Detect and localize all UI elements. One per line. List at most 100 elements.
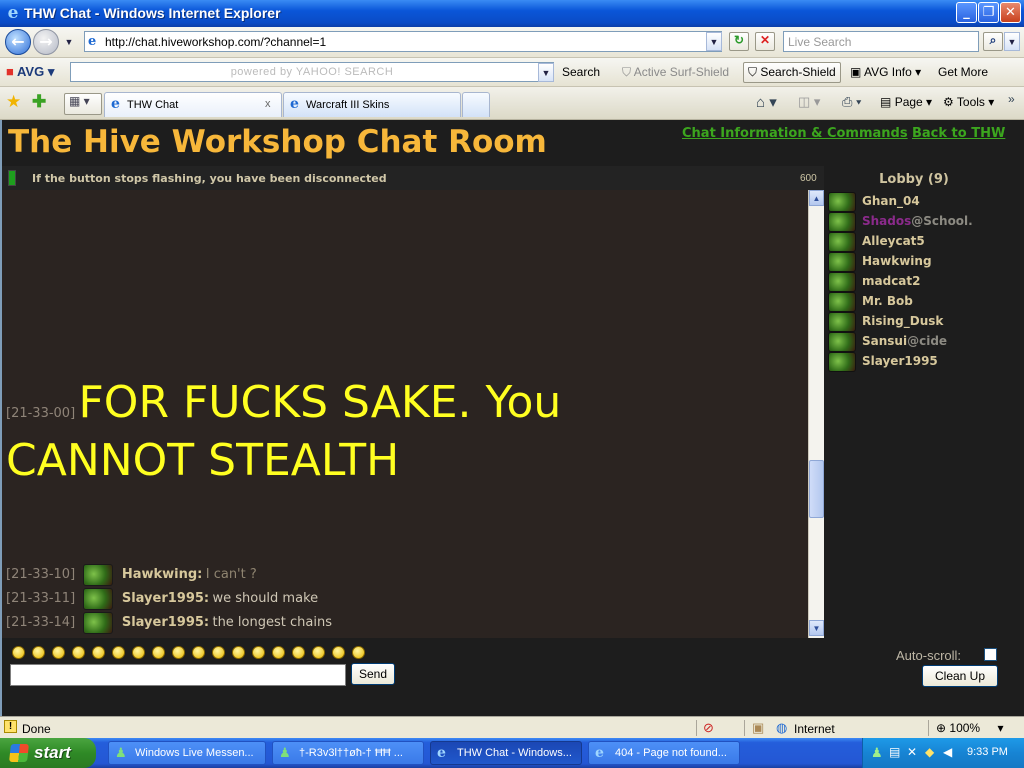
get-more-button[interactable]: Get More	[938, 65, 988, 79]
smiley-icon[interactable]	[352, 646, 365, 659]
smiley-icon[interactable]	[172, 646, 185, 659]
smiley-icon[interactable]	[232, 646, 245, 659]
scroll-thumb[interactable]	[809, 460, 824, 518]
lobby-user[interactable]: Alleycat5	[828, 232, 1004, 252]
smiley-icon[interactable]	[52, 646, 65, 659]
lobby-user[interactable]: Shados@School.	[828, 212, 1004, 232]
lobby-user-name: Alleycat5	[862, 234, 925, 248]
message-scrollbar[interactable]: ▲ ▼	[808, 190, 824, 638]
zoom-control[interactable]: ⊕ 100% ▾	[936, 721, 1003, 735]
tools-menu[interactable]: ⚙ Tools ▾	[943, 95, 994, 109]
live-search-input[interactable]: Live Search	[783, 31, 979, 52]
lobby-title: Lobby (9)	[879, 172, 949, 187]
favorites-star-icon[interactable]: ★	[6, 92, 21, 112]
avatar	[828, 312, 856, 332]
avg-search-button[interactable]: Search	[562, 65, 600, 79]
avg-info-button[interactable]: ▣ AVG Info ▾	[850, 65, 921, 79]
message-user[interactable]: Hawkwing:	[122, 567, 203, 582]
windows-flag-icon	[9, 744, 29, 762]
task-404-page[interactable]: e 404 - Page not found...	[588, 741, 740, 765]
tab-thw-chat[interactable]: e THW Chat x	[104, 92, 282, 117]
smiley-icon[interactable]	[192, 646, 205, 659]
globe-icon: ◍	[776, 720, 788, 735]
minimize-button[interactable]: _	[956, 2, 977, 23]
lobby-user[interactable]: Hawkwing	[828, 252, 1004, 272]
lobby-user[interactable]: madcat2	[828, 272, 1004, 292]
print-icon[interactable]: ⎙ ▾	[842, 94, 861, 110]
smiley-icon[interactable]	[252, 646, 265, 659]
send-button[interactable]: Send	[351, 663, 395, 685]
lobby-user[interactable]: Sansui@cide	[828, 332, 1004, 352]
messenger-tray-icon[interactable]: ♟	[871, 745, 883, 761]
task-conversation[interactable]: ♟ †-R3v3l††øħ-† ĦĦ ...	[272, 741, 424, 765]
lobby-user[interactable]: Slayer1995	[828, 352, 1004, 372]
system-tray: ♟ ▤ ✕ ◆ ◀ 9:33 PM	[862, 738, 1024, 768]
autoscroll-checkbox[interactable]	[984, 648, 997, 661]
message-text: the longest chains	[212, 615, 332, 631]
avg-info-icon: ▣	[850, 65, 862, 79]
scroll-down-icon[interactable]: ▼	[809, 620, 824, 636]
search-options-dropdown-icon[interactable]: ▼	[1004, 32, 1020, 51]
smiley-icon[interactable]	[152, 646, 165, 659]
lobby-user[interactable]: Ghan_04	[828, 192, 1004, 212]
smiley-icon[interactable]	[292, 646, 305, 659]
smiley-icon[interactable]	[212, 646, 225, 659]
forward-button[interactable]: →	[33, 29, 59, 55]
message-user[interactable]: Slayer1995:	[122, 591, 209, 606]
warning-icon[interactable]: !	[4, 720, 17, 733]
message-input[interactable]	[10, 664, 346, 686]
protected-mode-icon[interactable]: ▣	[752, 720, 764, 736]
avg-search-input[interactable]: powered by YAHOO! SEARCH	[70, 62, 554, 82]
scroll-up-icon[interactable]: ▲	[809, 190, 824, 206]
task-thw-chat[interactable]: e THW Chat - Windows...	[430, 741, 582, 765]
avg-tray-icon[interactable]: ◆	[925, 745, 934, 759]
tab-warcraft-skins[interactable]: e Warcraft III Skins	[283, 92, 461, 117]
smiley-icon[interactable]	[32, 646, 45, 659]
chevron-more-icon[interactable]: »	[1008, 92, 1015, 106]
lobby-panel: Lobby (9) Ghan_04 Shados@School. Alleycat5…	[824, 166, 1004, 638]
search-shield-button[interactable]: ⛉ Search-Shield	[743, 62, 841, 83]
refresh-icon[interactable]: ↻	[729, 32, 749, 51]
connection-status-text: If the button stops flashing, you have b…	[32, 172, 387, 185]
page-menu[interactable]: ▤ Page ▾	[880, 95, 932, 109]
address-field[interactable]: e http://chat.hiveworkshop.com/?channel=…	[84, 31, 722, 52]
feeds-icon[interactable]: ◫ ▾	[798, 94, 820, 110]
smiley-icon[interactable]	[92, 646, 105, 659]
history-dropdown-icon[interactable]: ▼	[61, 33, 77, 52]
start-button[interactable]: start	[0, 738, 96, 768]
network-icon[interactable]: ▤	[889, 745, 900, 759]
smiley-icon[interactable]	[72, 646, 85, 659]
speaker-icon[interactable]: ◀	[943, 745, 952, 759]
stop-icon[interactable]: ✕	[755, 32, 775, 51]
smiley-icon[interactable]	[312, 646, 325, 659]
task-windows-live-messenger[interactable]: ♟ Windows Live Messen...	[108, 741, 266, 765]
smiley-icon[interactable]	[272, 646, 285, 659]
add-favorites-icon[interactable]: ✚	[32, 92, 46, 112]
smiley-icon[interactable]	[132, 646, 145, 659]
avg-search-dropdown-icon[interactable]: ▼	[538, 63, 554, 82]
lobby-user-name: madcat2	[862, 274, 921, 288]
back-to-thw-link[interactable]: Back to THW	[912, 126, 1005, 141]
quick-tabs-icon[interactable]: ▦ ▾	[64, 93, 102, 115]
message-user[interactable]: Slayer1995:	[122, 615, 209, 630]
maximize-button[interactable]: ❐	[978, 2, 999, 23]
clean-up-button[interactable]: Clean Up	[922, 665, 998, 687]
smiley-icon[interactable]	[112, 646, 125, 659]
xfire-icon[interactable]: ✕	[907, 745, 917, 759]
active-surf-shield-button[interactable]: ⛉ Active Surf-Shield	[622, 65, 729, 80]
tab-close-icon[interactable]: x	[265, 98, 271, 110]
home-icon[interactable]: ⌂ ▾	[756, 93, 777, 111]
back-button[interactable]: ←	[5, 29, 31, 55]
lobby-user[interactable]: Rising_Dusk	[828, 312, 1004, 332]
search-icon[interactable]: ⌕	[983, 32, 1003, 51]
close-button[interactable]: ✕	[1000, 2, 1021, 23]
smiley-icon[interactable]	[12, 646, 25, 659]
smiley-icon[interactable]	[332, 646, 345, 659]
address-dropdown-icon[interactable]: ▼	[706, 32, 722, 51]
popup-blocked-icon[interactable]: ⊘	[703, 720, 714, 736]
chat-info-link[interactable]: Chat Information & Commands	[682, 126, 908, 141]
taskbar: start ♟ Windows Live Messen... ♟ †-R3v3l…	[0, 738, 1024, 768]
lobby-user[interactable]: Mr. Bob	[828, 292, 1004, 312]
new-tab-button[interactable]	[462, 92, 490, 117]
avg-logo[interactable]: ■ AVG ▾	[6, 64, 54, 80]
